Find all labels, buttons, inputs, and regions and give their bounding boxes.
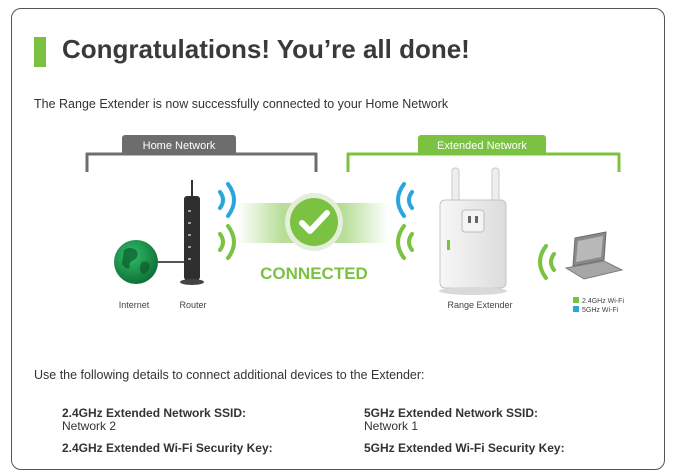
extender-24ghz-wifi-waves-icon <box>396 224 414 260</box>
legend-24ghz-label: 2.4GHz Wi-Fi <box>582 298 624 305</box>
internet-label: Internet <box>119 300 150 310</box>
key-5ghz-label: 5GHz Extended Wi-Fi Security Key: <box>364 441 565 455</box>
ssid-5ghz-label: 5GHz Extended Network SSID: <box>364 406 539 420</box>
router-icon <box>180 180 204 285</box>
ssid-24ghz-value: Network 2 <box>62 419 117 433</box>
router-label: Router <box>179 300 206 310</box>
range-extender-device-icon <box>439 167 507 295</box>
details-intro: Use the following details to connect add… <box>34 368 425 382</box>
network-diagram: Home Network Extended Network CONNECTED … <box>85 135 624 314</box>
home-network-label: Home Network <box>143 140 216 152</box>
extended-network-label: Extended Network <box>437 140 527 152</box>
ssid-24ghz-label: 2.4GHz Extended Network SSID: <box>62 406 247 420</box>
extended-network-bracket: Extended Network <box>346 135 621 172</box>
internet-globe-icon <box>114 240 186 284</box>
wifi-legend: 2.4GHz Wi-Fi 5GHz Wi-Fi <box>573 297 624 314</box>
key-24ghz-label: 2.4GHz Extended Wi-Fi Security Key: <box>62 441 273 455</box>
laptop-icon <box>564 231 624 280</box>
connected-check-icon <box>285 193 343 251</box>
home-network-bracket: Home Network <box>85 135 318 172</box>
router-5ghz-wifi-waves-icon <box>218 182 236 218</box>
legend-5ghz-swatch <box>573 306 579 312</box>
connected-label: CONNECTED <box>260 264 368 283</box>
laptop-wifi-waves-icon <box>538 244 556 280</box>
range-extender-label: Range Extender <box>447 300 512 310</box>
legend-24ghz-swatch <box>573 297 579 303</box>
extender-5ghz-wifi-waves-icon <box>396 182 414 218</box>
legend-5ghz-label: 5GHz Wi-Fi <box>582 307 619 314</box>
router-24ghz-wifi-waves-icon <box>218 224 236 260</box>
ssid-5ghz-value: Network 1 <box>364 419 419 433</box>
